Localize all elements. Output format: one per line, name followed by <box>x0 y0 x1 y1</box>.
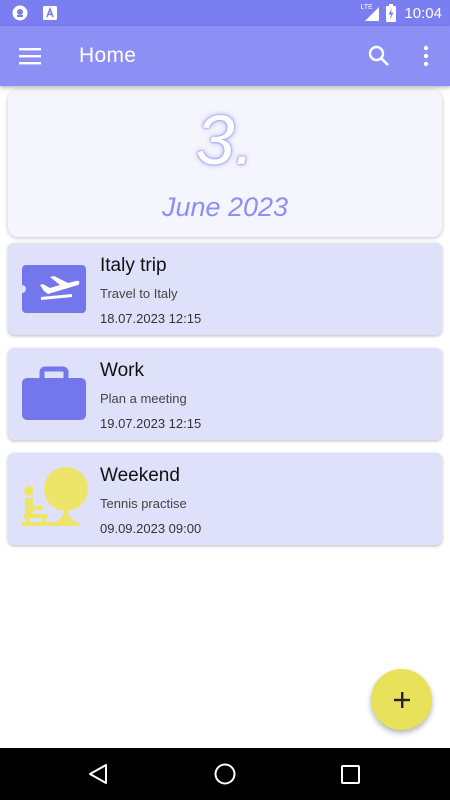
event-card-italy-trip[interactable]: Italy trip Travel to Italy 18.07.2023 12… <box>8 243 442 335</box>
page-title: Home <box>79 44 137 67</box>
menu-icon[interactable] <box>18 46 42 66</box>
status-bar: LTE 10:04 <box>0 0 450 26</box>
more-vert-icon[interactable] <box>418 45 434 67</box>
date-card: 3. June 2023 <box>8 90 442 237</box>
event-datetime: 18.07.2023 12:15 <box>100 311 202 326</box>
home-screen: LTE 10:04 Home 3. June 2023 Italy trip T… <box>0 0 450 800</box>
event-title: Work <box>100 360 144 381</box>
date-day: 3. <box>195 101 255 179</box>
system-nav-bar <box>0 748 450 800</box>
briefcase-icon <box>22 366 86 420</box>
back-icon[interactable] <box>86 762 110 786</box>
event-title: Italy trip <box>100 255 167 276</box>
search-icon[interactable] <box>368 45 390 67</box>
notification-icon <box>12 5 28 21</box>
park-bench-icon <box>22 467 88 526</box>
event-title: Weekend <box>100 465 180 486</box>
recents-icon[interactable] <box>340 762 362 786</box>
event-card-work[interactable]: Work Plan a meeting 19.07.2023 12:15 <box>8 348 442 440</box>
plus-icon <box>393 691 410 708</box>
text-app-icon <box>43 6 57 20</box>
battery-charging-icon <box>386 4 397 22</box>
event-description: Travel to Italy <box>100 286 178 301</box>
signal-icon <box>365 7 380 21</box>
event-description: Plan a meeting <box>100 391 187 406</box>
home-circle-icon[interactable] <box>213 762 237 786</box>
date-month-year: June 2023 <box>161 192 289 222</box>
event-datetime: 19.07.2023 12:15 <box>100 416 202 431</box>
app-bar: Home <box>0 26 450 86</box>
event-card-weekend[interactable]: Weekend Tennis practise 09.09.2023 09:00 <box>8 453 442 545</box>
status-time: 10:04 <box>404 4 442 22</box>
event-description: Tennis practise <box>100 496 187 511</box>
airplane-ticket-icon <box>22 265 86 313</box>
event-datetime: 09.09.2023 09:00 <box>100 521 202 536</box>
add-event-button[interactable] <box>371 669 432 730</box>
